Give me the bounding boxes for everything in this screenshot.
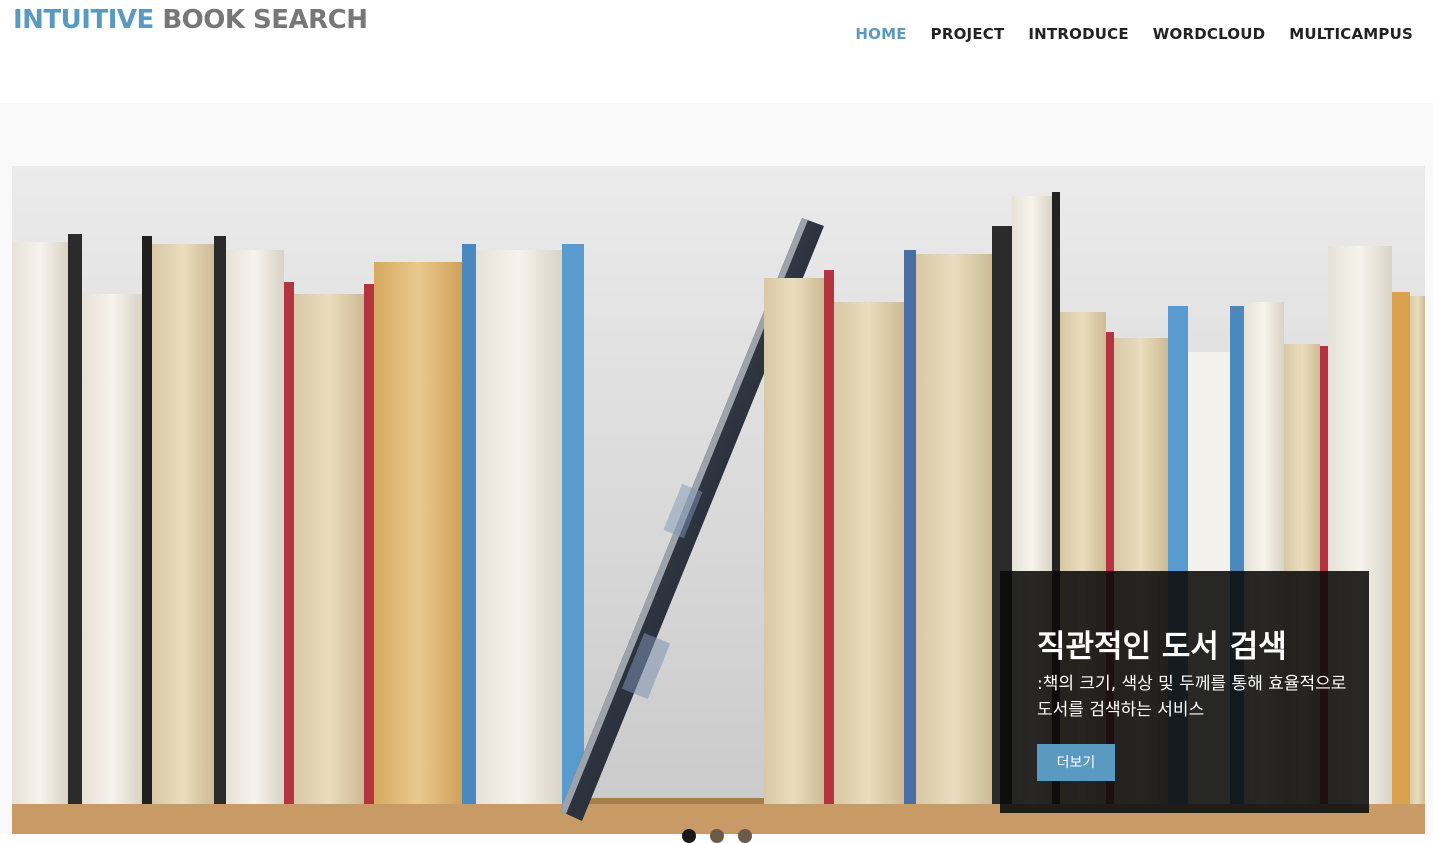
more-button[interactable]: 더보기 bbox=[1037, 744, 1115, 781]
caption-title: 직관적인 도서 검색 bbox=[1037, 629, 1287, 665]
slide-indicator-3[interactable] bbox=[738, 829, 752, 843]
nav-item-wordcloud[interactable]: WORDCLOUD bbox=[1141, 22, 1278, 46]
nav-item-project[interactable]: PROJECT bbox=[919, 22, 1017, 46]
hero-slider[interactable]: 직관적인 도서 검색 :책의 크기, 색상 및 두께를 통해 효율적으로 도서를… bbox=[12, 166, 1425, 834]
site-logo[interactable]: INTUITIVE BOOK SEARCH bbox=[13, 4, 368, 36]
site-header: INTUITIVE BOOK SEARCH HOME PROJECT INTRO… bbox=[0, 0, 1433, 103]
nav-item-introduce[interactable]: INTRODUCE bbox=[1016, 22, 1140, 46]
hero-caption: 직관적인 도서 검색 :책의 크기, 색상 및 두께를 통해 효율적으로 도서를… bbox=[1000, 571, 1369, 813]
caption-description: :책의 크기, 색상 및 두께를 통해 효율적으로 도서를 검색하는 서비스 bbox=[1037, 674, 1347, 720]
slide-indicator-2[interactable] bbox=[710, 829, 724, 843]
nav-item-multicampus[interactable]: MULTICAMPUS bbox=[1277, 22, 1425, 46]
logo-accent-text: INTUITIVE bbox=[13, 5, 154, 35]
nav-item-home[interactable]: HOME bbox=[843, 22, 918, 46]
slide-indicator-1[interactable] bbox=[682, 829, 696, 843]
slider-indicators bbox=[682, 829, 752, 843]
logo-rest-text: BOOK SEARCH bbox=[162, 5, 368, 35]
main-nav: HOME PROJECT INTRODUCE WORDCLOUD MULTICA… bbox=[843, 22, 1425, 46]
